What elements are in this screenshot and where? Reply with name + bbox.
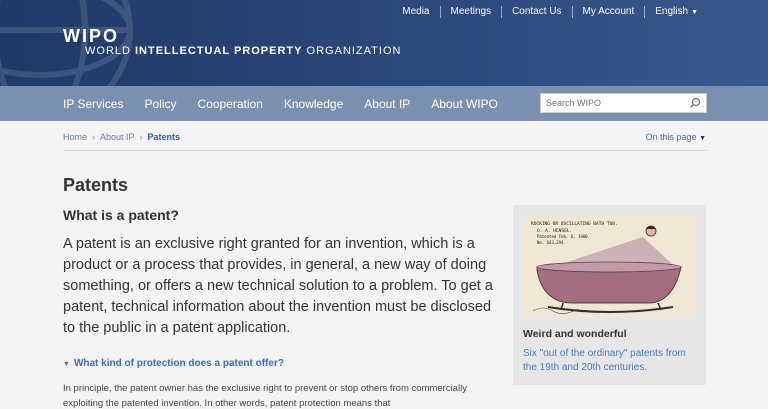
logo-subtitle-bold: INTELLECTUAL PROPERTY	[135, 45, 303, 57]
nav-item-about-wipo[interactable]: About WIPO	[431, 97, 498, 111]
lead-paragraph: A patent is an exclusive right granted f…	[63, 236, 493, 336]
illustration-caption: Patented Feb. 6, 1900.	[537, 234, 590, 239]
logo-wordmark[interactable]: WIPO	[63, 26, 119, 47]
bathtub-patent-illustration[interactable]: ROCKING OR OSCILLATING BATH TUB. O. A. H…	[523, 215, 696, 317]
nav-item-about-ip[interactable]: About IP	[364, 97, 410, 111]
breadcrumb: Home › About IP › Patents	[63, 132, 180, 142]
on-this-page-menu[interactable]: On this page ▼	[646, 132, 707, 142]
chevron-down-icon: ▼	[691, 9, 698, 16]
caret-down-icon: ▼	[699, 135, 706, 142]
language-selector[interactable]: English ▼	[645, 6, 708, 18]
language-label: English	[655, 6, 689, 17]
site-header: WIPO WORLD INTELLECTUAL PROPERTY ORGANIZ…	[0, 0, 768, 86]
logo-subtitle-part: WORLD	[85, 45, 135, 57]
utility-nav: Media Meetings Contact Us My Account Eng…	[392, 6, 708, 18]
link-contact-us[interactable]: Contact Us	[502, 6, 573, 18]
body-paragraph: In principle, the patent owner has the e…	[63, 383, 467, 409]
link-media[interactable]: Media	[392, 6, 441, 18]
link-my-account[interactable]: My Account	[573, 6, 646, 18]
search-icon[interactable]	[689, 97, 701, 109]
breadcrumb-current: Patents	[147, 132, 181, 142]
logo-subtitle-part: ORGANIZATION	[302, 45, 402, 57]
nav-item-cooperation[interactable]: Cooperation	[197, 97, 262, 111]
link-meetings[interactable]: Meetings	[441, 6, 503, 18]
breadcrumb-separator: ›	[92, 132, 96, 142]
nav-item-knowledge[interactable]: Knowledge	[284, 97, 343, 111]
illustration-caption: ROCKING OR OSCILLATING BATH TUB.	[531, 221, 618, 227]
section-heading: What is a patent?	[63, 207, 179, 223]
on-this-page-label: On this page	[645, 132, 697, 142]
accordion-toggle-label: What kind of protection does a patent of…	[73, 358, 284, 369]
illustration-caption: No. 643,294.	[537, 240, 566, 245]
breadcrumb-about-ip[interactable]: About IP	[100, 132, 135, 142]
search-box	[540, 93, 707, 113]
breadcrumb-separator: ›	[139, 132, 143, 142]
search-input[interactable]	[541, 98, 681, 108]
card-title: Weird and wonderful	[523, 328, 627, 340]
feature-card[interactable]: ROCKING OR OSCILLATING BATH TUB. O. A. H…	[513, 205, 706, 385]
page-title: Patents	[63, 175, 129, 195]
accordion-toggle[interactable]: ▼ What kind of protection does a patent o…	[63, 358, 284, 369]
nav-item-policy[interactable]: Policy	[144, 97, 176, 111]
breadcrumb-home[interactable]: Home	[63, 132, 87, 142]
nav-item-ip-services[interactable]: IP Services	[63, 97, 123, 111]
divider	[63, 150, 707, 151]
card-link[interactable]: Six "out of the ordinary" patents from t…	[523, 347, 701, 375]
logo-subtitle[interactable]: WORLD INTELLECTUAL PROPERTY ORGANIZATION	[85, 45, 401, 57]
triangle-down-icon: ▼	[63, 361, 70, 368]
